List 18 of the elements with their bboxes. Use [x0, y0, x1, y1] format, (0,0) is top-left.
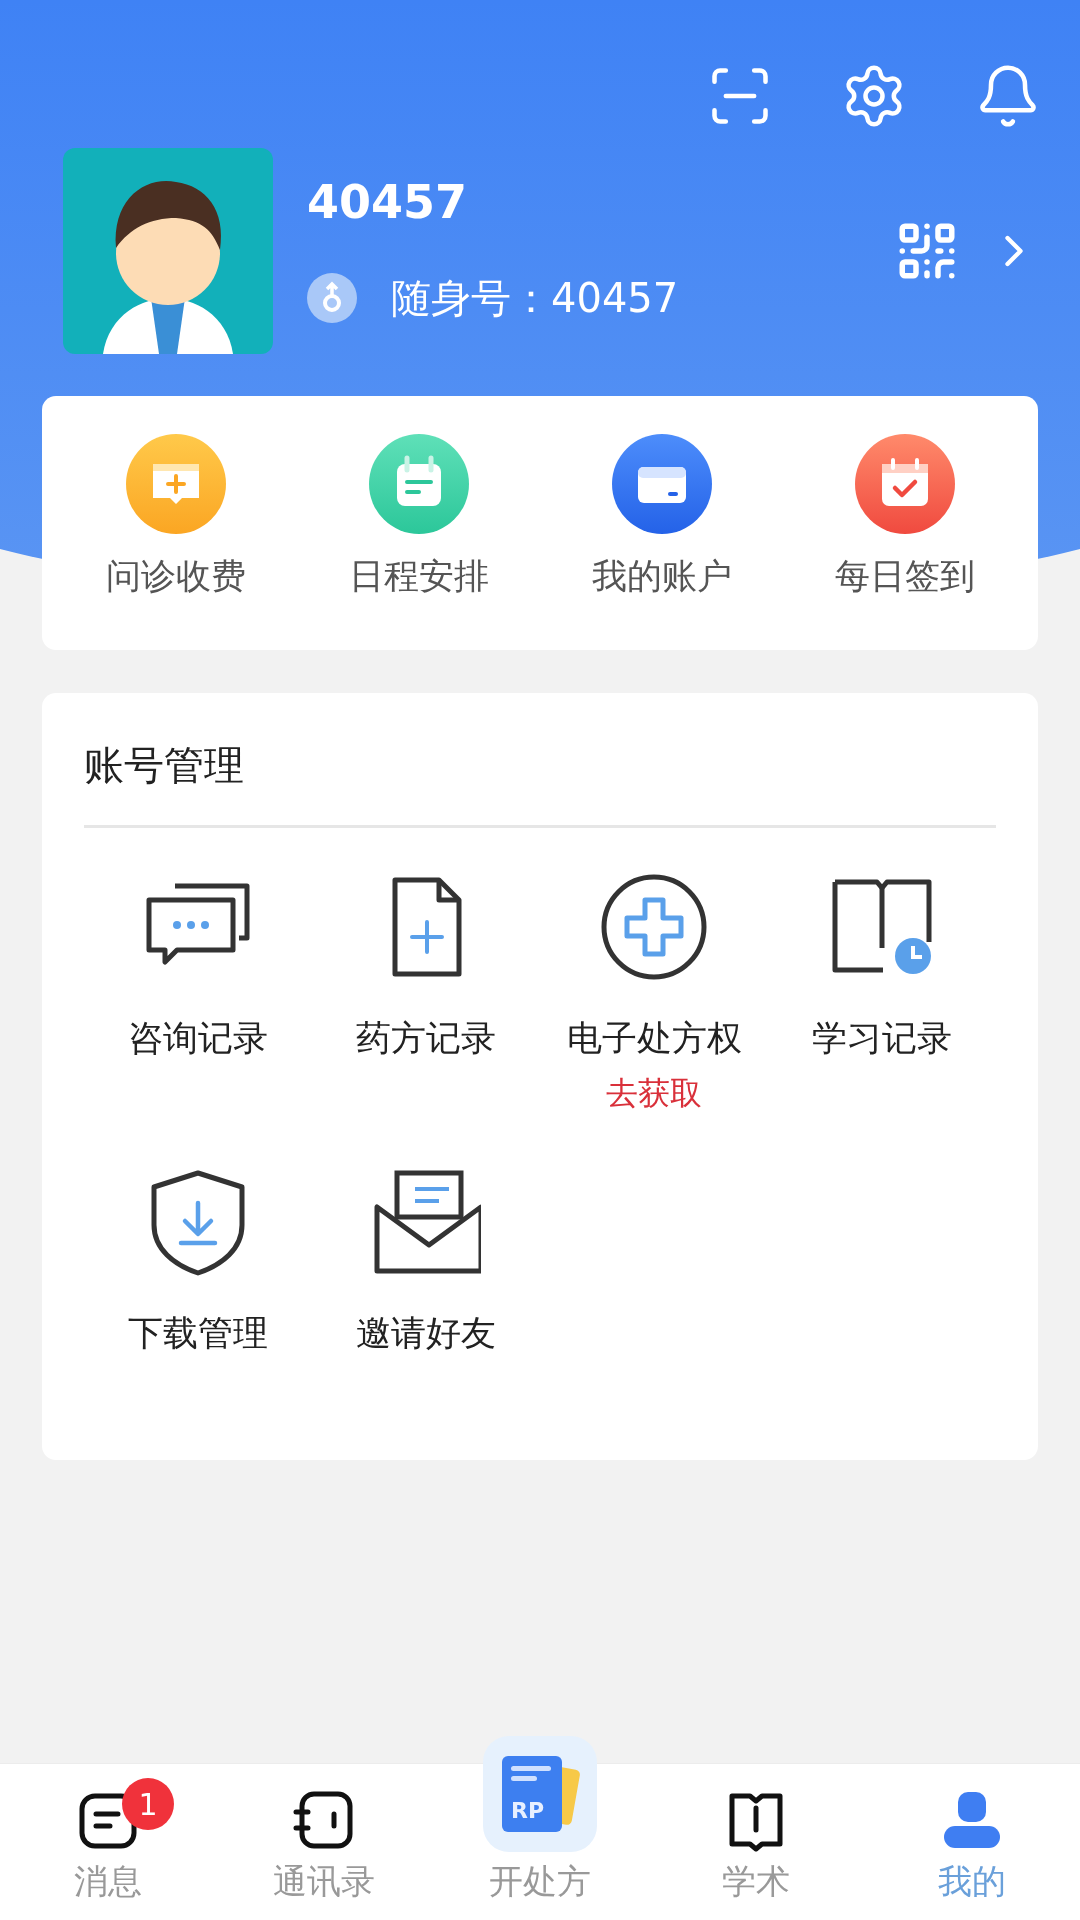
- get-link[interactable]: 去获取: [606, 1068, 702, 1117]
- menu-item-label[interactable]: 电子处方权: [566, 1012, 742, 1065]
- menu-item-label[interactable]: 学习记录: [812, 1012, 952, 1065]
- unread-badge: 1: [122, 1778, 174, 1830]
- male-symbol-icon: [307, 272, 357, 323]
- section-title: 账号管理: [84, 741, 245, 790]
- quick-action-label[interactable]: 日程安排: [348, 550, 489, 603]
- menu-item-label[interactable]: 下载管理: [128, 1306, 268, 1359]
- rp-label: RP: [511, 1800, 545, 1822]
- user-id: 随身号：40457: [391, 273, 679, 323]
- user-name: 40457: [307, 174, 469, 232]
- menu-item-label[interactable]: 咨询记录: [128, 1012, 268, 1065]
- medical-cross-icon: [599, 872, 709, 982]
- quick-action-label[interactable]: 我的账户: [591, 550, 732, 603]
- menu-item-label[interactable]: 药方记录: [356, 1012, 496, 1065]
- quick-action-label[interactable]: 问诊收费: [105, 550, 246, 603]
- quick-action-label[interactable]: 每日签到: [834, 550, 975, 603]
- menu-item-label[interactable]: 邀请好友: [356, 1306, 496, 1359]
